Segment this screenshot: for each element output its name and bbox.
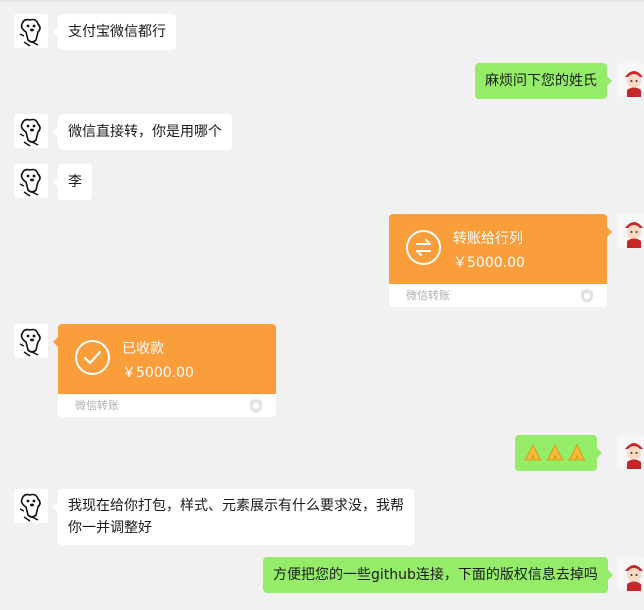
message-text: 方便把您的一些github连接，下面的版权信息去掉吗 [273, 567, 598, 583]
folded-hands-icon [524, 444, 542, 461]
outgoing-message-bubble[interactable]: 麻烦问下您的姓氏 [475, 63, 612, 99]
user-avatar[interactable] [617, 435, 644, 469]
user-avatar[interactable] [617, 214, 644, 248]
folded-hands-icon [546, 444, 564, 461]
transfer-amount: ￥5000.00 [453, 255, 525, 271]
shield-icon [250, 399, 262, 413]
cartoon-dog-avatar-icon [14, 489, 48, 523]
transfer-card-footer: 微信转账 [58, 394, 276, 417]
contact-avatar[interactable] [14, 489, 48, 523]
message-text: 我现在给你打包，样式、元素展示有什么要求没，我帮你一并调整好 [68, 498, 404, 536]
cartoon-dog-avatar-icon [14, 114, 48, 148]
red-hat-girl-avatar-icon [617, 557, 644, 591]
shield-icon [581, 289, 593, 303]
transfer-amount: ￥5000.00 [122, 365, 194, 381]
incoming-message-bubble[interactable]: 我现在给你打包，样式、元素展示有什么要求没，我帮你一并调整好 [53, 489, 414, 545]
red-hat-girl-avatar-icon [617, 435, 644, 469]
outgoing-message-bubble[interactable]: 方便把您的一些github连接，下面的版权信息去掉吗 [263, 557, 613, 593]
incoming-message-bubble[interactable]: 李 [53, 164, 92, 200]
cartoon-dog-avatar-icon [14, 164, 48, 198]
transfer-source-label: 微信转账 [75, 399, 119, 412]
transfer-card-footer: 微信转账 [389, 284, 607, 307]
user-avatar[interactable] [617, 63, 644, 97]
contact-avatar[interactable] [14, 324, 48, 358]
incoming-message-bubble[interactable]: 支付宝微信都行 [53, 14, 176, 50]
contact-avatar[interactable] [14, 14, 48, 48]
message-text: 支付宝微信都行 [68, 24, 166, 40]
check-icon [75, 340, 110, 375]
transfer-arrows-icon [406, 230, 441, 265]
cartoon-dog-avatar-icon [14, 14, 48, 48]
contact-avatar[interactable] [14, 114, 48, 148]
transfer-card-received[interactable]: 已收款 ￥5000.00 微信转账 [53, 324, 276, 417]
transfer-card-sent[interactable]: 转账给行列 ￥5000.00 微信转账 [389, 214, 612, 307]
outgoing-emoji-bubble[interactable] [515, 435, 602, 471]
message-text: 李 [68, 174, 82, 190]
contact-avatar[interactable] [14, 164, 48, 198]
red-hat-girl-avatar-icon [617, 63, 644, 97]
transfer-title: 转账给行列 [453, 231, 523, 247]
transfer-source-label: 微信转账 [406, 289, 450, 302]
incoming-message-bubble[interactable]: 微信直接转，你是用哪个 [53, 114, 232, 150]
top-divider [0, 0, 644, 2]
user-avatar[interactable] [617, 557, 644, 591]
transfer-card-header: 转账给行列 ￥5000.00 [389, 214, 612, 284]
message-text: 微信直接转，你是用哪个 [68, 124, 222, 140]
message-text: 麻烦问下您的姓氏 [485, 73, 597, 89]
transfer-title: 已收款 [122, 341, 164, 357]
folded-hands-icon [568, 444, 586, 461]
transfer-card-header: 已收款 ￥5000.00 [53, 324, 276, 394]
red-hat-girl-avatar-icon [617, 214, 644, 248]
cartoon-dog-avatar-icon [14, 324, 48, 358]
